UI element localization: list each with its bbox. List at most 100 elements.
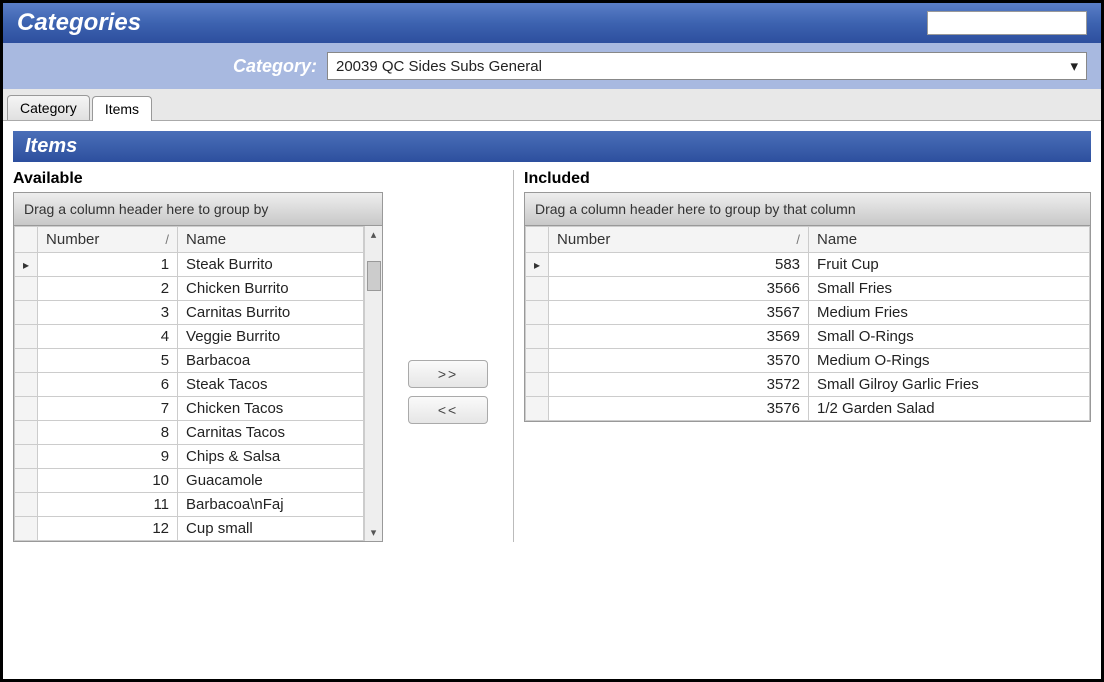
table-row[interactable]: 583Fruit Cup	[526, 253, 1090, 277]
row-selector[interactable]	[526, 349, 549, 373]
cell-name: Barbacoa	[178, 349, 364, 373]
cell-number: 4	[38, 325, 178, 349]
table-row[interactable]: 3566Small Fries	[526, 277, 1090, 301]
sort-indicator-icon: /	[159, 232, 169, 247]
row-selector[interactable]	[15, 277, 38, 301]
add-button[interactable]: >>	[408, 360, 488, 388]
cell-name: Steak Tacos	[178, 373, 364, 397]
available-col-number[interactable]: Number/	[38, 227, 178, 253]
included-col-number[interactable]: Number/	[549, 227, 809, 253]
row-selector[interactable]	[15, 517, 38, 541]
cell-number: 3566	[549, 277, 809, 301]
cell-number: 10	[38, 469, 178, 493]
cell-name: Guacamole	[178, 469, 364, 493]
section-header: Items	[13, 131, 1091, 162]
table-row[interactable]: 7Chicken Tacos	[15, 397, 364, 421]
included-group-by-bar[interactable]: Drag a column header here to group by th…	[525, 193, 1090, 226]
cell-name: Small O-Rings	[809, 325, 1090, 349]
table-row[interactable]: 11Barbacoa\nFaj	[15, 493, 364, 517]
category-row: Category: 20039 QC Sides Subs General ▾	[3, 43, 1101, 89]
cell-number: 1	[38, 253, 178, 277]
cell-name: Medium Fries	[809, 301, 1090, 325]
sort-indicator-icon: /	[790, 232, 800, 247]
cell-name: 1/2 Garden Salad	[809, 397, 1090, 421]
included-col-name[interactable]: Name	[809, 227, 1090, 253]
table-row[interactable]: 3567Medium Fries	[526, 301, 1090, 325]
scroll-down-icon[interactable]: ▾	[371, 524, 377, 541]
cell-name: Chicken Tacos	[178, 397, 364, 421]
row-selector[interactable]	[526, 325, 549, 349]
table-row[interactable]: 4Veggie Burrito	[15, 325, 364, 349]
row-selector[interactable]	[15, 301, 38, 325]
row-selector[interactable]	[15, 469, 38, 493]
row-selector[interactable]	[15, 349, 38, 373]
table-row[interactable]: 3572Small Gilroy Garlic Fries	[526, 373, 1090, 397]
table-row[interactable]: 3Carnitas Burrito	[15, 301, 364, 325]
table-row[interactable]: 6Steak Tacos	[15, 373, 364, 397]
row-selector[interactable]	[526, 301, 549, 325]
table-row[interactable]: 1Steak Burrito	[15, 253, 364, 277]
table-row[interactable]: 2Chicken Burrito	[15, 277, 364, 301]
cell-number: 3	[38, 301, 178, 325]
cell-number: 12	[38, 517, 178, 541]
chevron-down-icon: ▾	[1070, 57, 1078, 75]
row-selector[interactable]	[526, 397, 549, 421]
cell-number: 3569	[549, 325, 809, 349]
available-col-name[interactable]: Name	[178, 227, 364, 253]
category-dropdown[interactable]: 20039 QC Sides Subs General ▾	[327, 52, 1087, 80]
row-selector[interactable]	[15, 445, 38, 469]
cell-number: 3570	[549, 349, 809, 373]
table-row[interactable]: 3569Small O-Rings	[526, 325, 1090, 349]
cell-number: 583	[549, 253, 809, 277]
tab-items[interactable]: Items	[92, 96, 152, 121]
row-selector[interactable]	[15, 493, 38, 517]
cell-name: Chicken Burrito	[178, 277, 364, 301]
page-title: Categories	[17, 9, 141, 37]
table-row[interactable]: 12Cup small	[15, 517, 364, 541]
table-row[interactable]: 8Carnitas Tacos	[15, 421, 364, 445]
cell-number: 11	[38, 493, 178, 517]
cell-number: 3576	[549, 397, 809, 421]
cell-name: Carnitas Tacos	[178, 421, 364, 445]
cell-name: Fruit Cup	[809, 253, 1090, 277]
cell-number: 9	[38, 445, 178, 469]
row-selector[interactable]	[15, 253, 38, 277]
tab-strip: Category Items	[3, 89, 1101, 121]
row-selector[interactable]	[15, 373, 38, 397]
table-row[interactable]: 3570Medium O-Rings	[526, 349, 1090, 373]
scroll-up-icon[interactable]: ▴	[371, 226, 377, 243]
remove-button[interactable]: <<	[408, 396, 488, 424]
cell-number: 8	[38, 421, 178, 445]
included-grid: Drag a column header here to group by th…	[524, 192, 1091, 422]
cell-name: Veggie Burrito	[178, 325, 364, 349]
scroll-thumb[interactable]	[367, 261, 381, 291]
cell-name: Small Fries	[809, 277, 1090, 301]
row-selector[interactable]	[15, 325, 38, 349]
cell-number: 3572	[549, 373, 809, 397]
search-input[interactable]	[927, 11, 1087, 35]
available-title: Available	[13, 170, 383, 188]
included-title: Included	[524, 170, 1091, 188]
available-scrollbar[interactable]: ▴ ▾	[364, 226, 382, 541]
cell-number: 5	[38, 349, 178, 373]
cell-number: 2	[38, 277, 178, 301]
cell-number: 6	[38, 373, 178, 397]
available-grid: Drag a column header here to group by Nu…	[13, 192, 383, 542]
tab-category[interactable]: Category	[7, 95, 90, 120]
row-selector[interactable]	[526, 277, 549, 301]
table-row[interactable]: 10Guacamole	[15, 469, 364, 493]
row-selector[interactable]	[15, 397, 38, 421]
available-group-by-bar[interactable]: Drag a column header here to group by	[14, 193, 382, 226]
title-bar: Categories	[3, 3, 1101, 43]
row-selector[interactable]	[15, 421, 38, 445]
table-row[interactable]: 5Barbacoa	[15, 349, 364, 373]
cell-number: 3567	[549, 301, 809, 325]
table-row[interactable]: 9Chips & Salsa	[15, 445, 364, 469]
table-row[interactable]: 35761/2 Garden Salad	[526, 397, 1090, 421]
category-selected-value: 20039 QC Sides Subs General	[336, 58, 542, 75]
row-selector[interactable]	[526, 373, 549, 397]
cell-name: Carnitas Burrito	[178, 301, 364, 325]
row-selector[interactable]	[526, 253, 549, 277]
cell-name: Steak Burrito	[178, 253, 364, 277]
cell-name: Barbacoa\nFaj	[178, 493, 364, 517]
